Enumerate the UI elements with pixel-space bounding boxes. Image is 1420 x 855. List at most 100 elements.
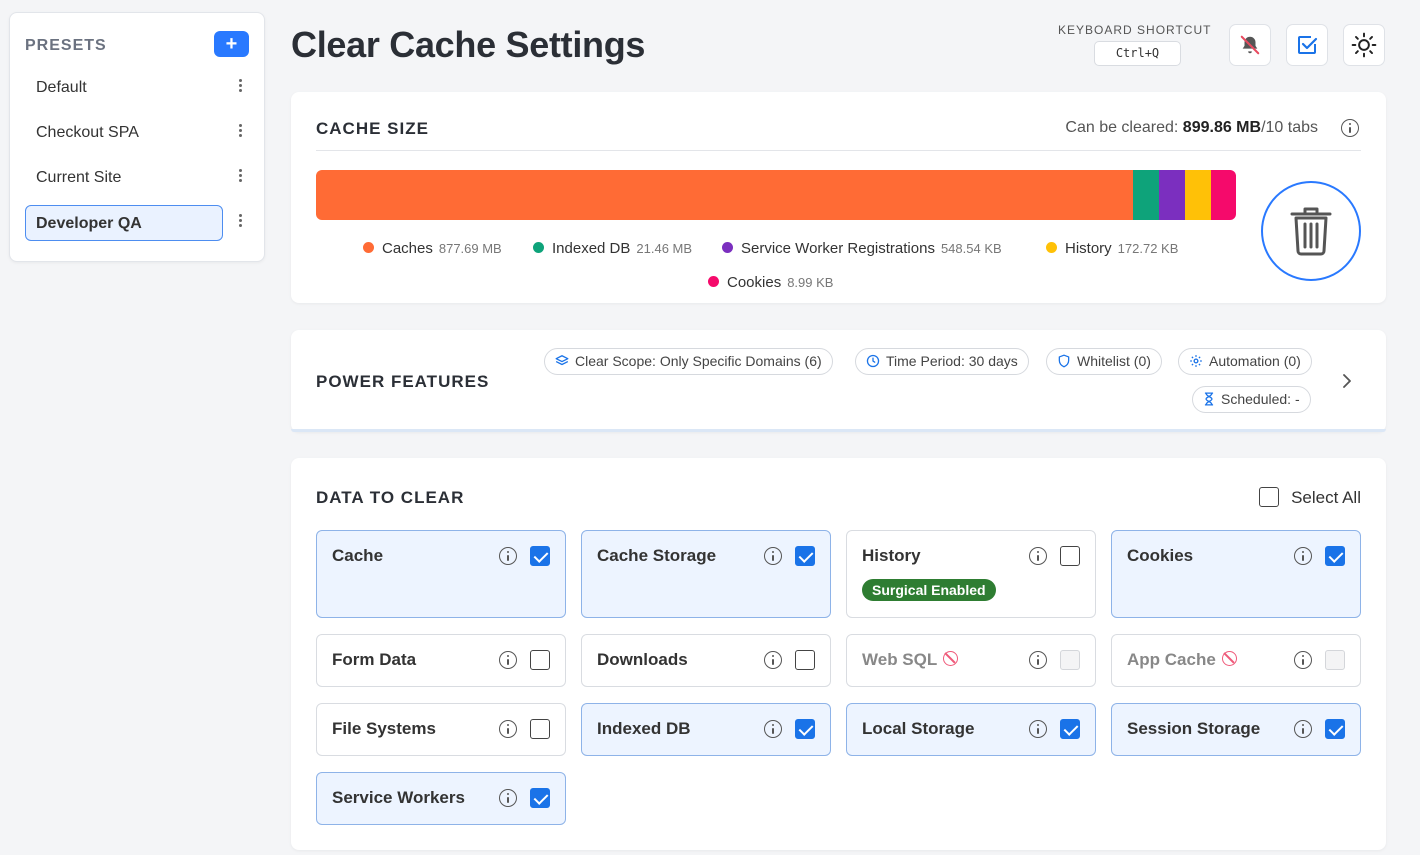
notifications-button[interactable] [1229, 24, 1271, 66]
tile-label: Indexed DB [597, 719, 691, 739]
cache-storage-checkbox[interactable] [795, 546, 815, 566]
data-tile-cookies[interactable]: Cookies [1111, 530, 1361, 618]
summary-suffix: /10 tabs [1261, 119, 1318, 136]
page-title: Clear Cache Settings [291, 24, 646, 65]
tile-label: Downloads [597, 650, 688, 670]
info-icon[interactable] [1294, 547, 1312, 565]
theme-toggle-button[interactable] [1343, 24, 1385, 66]
form-data-checkbox[interactable] [530, 650, 550, 670]
info-icon[interactable] [1029, 547, 1047, 565]
add-preset-button[interactable]: + [214, 31, 249, 57]
info-icon[interactable] [499, 720, 517, 738]
section-underline [291, 429, 1386, 432]
tile-label: Cookies [1127, 546, 1193, 566]
preset-item-default[interactable]: Default [25, 69, 223, 105]
chevron-right-icon[interactable] [1341, 374, 1353, 388]
scheduled-pill[interactable]: Scheduled: - [1192, 386, 1311, 413]
keyboard-shortcut-label: KEYBOARD SHORTCUT [1058, 23, 1212, 37]
info-icon[interactable] [764, 547, 782, 565]
keyboard-shortcut-key[interactable]: Ctrl+Q [1094, 41, 1181, 66]
legend-dot [363, 242, 374, 253]
legend-item-cookies: Cookies 8.99 KB [708, 274, 833, 291]
power-features-title: POWER FEATURES [316, 372, 490, 391]
info-icon[interactable] [1029, 720, 1047, 738]
preset-item-developer-qa[interactable]: Developer QA [25, 205, 223, 241]
data-tile-cache[interactable]: Cache [316, 530, 566, 618]
legend-name: Cookies [727, 274, 782, 291]
tasks-button[interactable] [1286, 24, 1328, 66]
automation-pill[interactable]: Automation (0) [1178, 348, 1312, 375]
preset-item-checkout-spa[interactable]: Checkout SPA [25, 114, 223, 150]
legend-name: Caches [382, 240, 433, 257]
tile-label: Form Data [332, 650, 416, 670]
data-tile-indexed-db[interactable]: Indexed DB [581, 703, 831, 756]
tile-label: File Systems [332, 719, 436, 739]
service-workers-checkbox[interactable] [530, 788, 550, 808]
data-tile-downloads[interactable]: Downloads [581, 634, 831, 687]
bar-segment-indexed-db [1133, 170, 1160, 220]
info-icon[interactable] [499, 547, 517, 565]
data-tile-form-data[interactable]: Form Data [316, 634, 566, 687]
legend-value: 548.54 KB [940, 241, 1002, 256]
info-icon[interactable] [1029, 651, 1047, 669]
cache-size-card: CACHE SIZE Can be cleared: 899.86 MB/10 … [291, 92, 1386, 303]
divider [316, 150, 1361, 151]
preset-item-current-site[interactable]: Current Site [25, 159, 223, 195]
select-all-control[interactable]: Select All [1259, 487, 1361, 508]
layers-icon [555, 355, 569, 366]
tile-label-text: Web SQL [862, 650, 938, 669]
tile-label-text: Cache [332, 546, 384, 565]
tile-label: Local Storage [862, 719, 974, 739]
downloads-checkbox[interactable] [795, 650, 815, 670]
clear-cache-button[interactable] [1261, 181, 1361, 281]
data-tile-history[interactable]: History Surgical Enabled [846, 530, 1096, 618]
select-all-checkbox[interactable] [1259, 487, 1280, 507]
info-icon[interactable] [499, 651, 517, 669]
indexed-db-checkbox[interactable] [795, 719, 815, 739]
data-tile-session-storage[interactable]: Session Storage [1111, 703, 1361, 756]
cache-checkbox[interactable] [530, 546, 550, 566]
preset-menu-icon[interactable] [236, 212, 244, 232]
data-tile-cache-storage[interactable]: Cache Storage [581, 530, 831, 618]
preset-menu-icon[interactable] [236, 122, 244, 142]
info-icon[interactable] [1341, 119, 1359, 137]
summary-amount: 899.86 MB [1182, 119, 1262, 136]
select-all-label: Select All [1291, 488, 1361, 507]
preset-menu-icon[interactable] [236, 167, 244, 187]
data-tile-local-storage[interactable]: Local Storage [846, 703, 1096, 756]
file-systems-checkbox[interactable] [530, 719, 550, 739]
tile-label-text: Cache Storage [597, 546, 717, 565]
bar-segment-caches [316, 170, 1134, 220]
tile-label: History [862, 546, 921, 566]
data-tile-service-workers[interactable]: Service Workers [316, 772, 566, 825]
presets-panel: PRESETS + Default Checkout SPA Current S… [9, 12, 265, 262]
local-storage-checkbox[interactable] [1060, 719, 1080, 739]
data-tile-file-systems[interactable]: File Systems [316, 703, 566, 756]
legend-item-history: History 172.72 KB [1046, 240, 1178, 257]
info-icon[interactable] [764, 720, 782, 738]
history-checkbox[interactable] [1060, 546, 1080, 566]
legend-dot [722, 242, 733, 253]
info-icon[interactable] [764, 651, 782, 669]
time-period-pill[interactable]: Time Period: 30 days [855, 348, 1029, 375]
clear-scope-pill[interactable]: Clear Scope: Only Specific Domains (6) [544, 348, 833, 375]
info-icon[interactable] [1294, 651, 1312, 669]
tile-label-text: Local Storage [862, 719, 975, 738]
cache-size-summary: Can be cleared: 899.86 MB/10 tabs [1065, 119, 1318, 137]
preset-menu-icon[interactable] [236, 77, 244, 97]
legend-dot [533, 242, 544, 253]
whitelist-pill[interactable]: Whitelist (0) [1046, 348, 1162, 375]
legend-item-service-worker-registrations: Service Worker Registrations 548.54 KB [722, 240, 1002, 257]
preset-label: Default [36, 79, 87, 96]
presets-header: PRESETS + [25, 31, 249, 59]
info-icon[interactable] [1294, 720, 1312, 738]
power-features-card: POWER FEATURES Clear Scope: Only Specifi… [291, 330, 1386, 432]
session-storage-checkbox[interactable] [1325, 719, 1345, 739]
info-icon[interactable] [499, 789, 517, 807]
shield-icon [1058, 354, 1070, 368]
cookies-checkbox[interactable] [1325, 546, 1345, 566]
trash-icon [1290, 207, 1332, 256]
tile-label-text: File Systems [332, 719, 436, 738]
pill-label: Time Period: 30 days [886, 353, 1018, 369]
summary-prefix: Can be cleared: [1065, 119, 1183, 136]
